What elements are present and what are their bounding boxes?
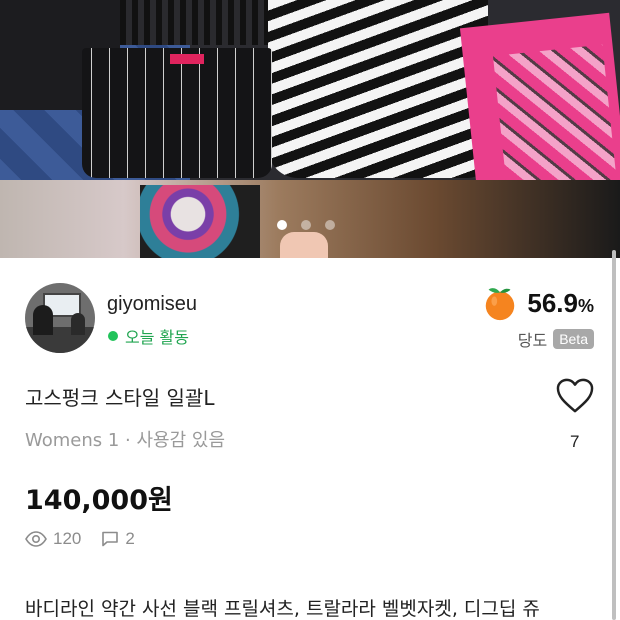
like-count: 7: [570, 432, 580, 451]
photo-detail: [140, 185, 260, 258]
sweetness-label: 당도: [517, 331, 548, 350]
seller-activity-status: 오늘 활동: [108, 324, 189, 348]
carousel-indicator[interactable]: [277, 220, 335, 230]
chat-icon: [102, 531, 119, 547]
seller-username[interactable]: giyomiseu: [107, 293, 197, 316]
photo-detail: [492, 44, 618, 196]
product-description: 바디라인 약간 사선 블랙 프릴셔츠, 트랄라라 벨벳자켓, 디그딥 쥬: [25, 598, 540, 620]
product-stats: 120 2: [25, 529, 135, 549]
photo-detail: [33, 305, 53, 335]
product-price: 140,000원: [25, 485, 173, 516]
photo-detail: [170, 54, 204, 64]
photo-detail: [268, 0, 488, 178]
online-dot-icon: [108, 331, 118, 341]
temperature-value: 56.9%: [527, 288, 594, 319]
manner-temperature[interactable]: 56.9%: [481, 284, 594, 322]
sweetness-row: 당도 Beta: [518, 327, 594, 351]
photo-detail: [280, 232, 328, 258]
photo-detail: [71, 313, 85, 335]
activity-label: 오늘 활동: [125, 328, 189, 347]
orange-icon: [486, 288, 515, 321]
product-image-carousel[interactable]: [0, 0, 620, 258]
carousel-dot[interactable]: [325, 220, 335, 230]
avatar[interactable]: [25, 283, 95, 353]
product-meta[interactable]: Womens 1 · 사용감 있음: [25, 426, 225, 452]
chat-count: 2: [125, 529, 135, 548]
carousel-dot[interactable]: [301, 220, 311, 230]
temperature-number: 56.9: [527, 287, 578, 318]
heart-icon[interactable]: [556, 378, 594, 414]
carousel-dot[interactable]: [277, 220, 287, 230]
product-title: 고스펑크 스타일 일괄L: [25, 386, 215, 410]
scrollbar[interactable]: [612, 250, 616, 620]
view-count: 120: [53, 529, 82, 548]
eye-icon: [25, 531, 47, 547]
photo-detail: [82, 48, 272, 178]
temperature-unit: %: [577, 295, 594, 316]
beta-badge: Beta: [553, 329, 594, 349]
